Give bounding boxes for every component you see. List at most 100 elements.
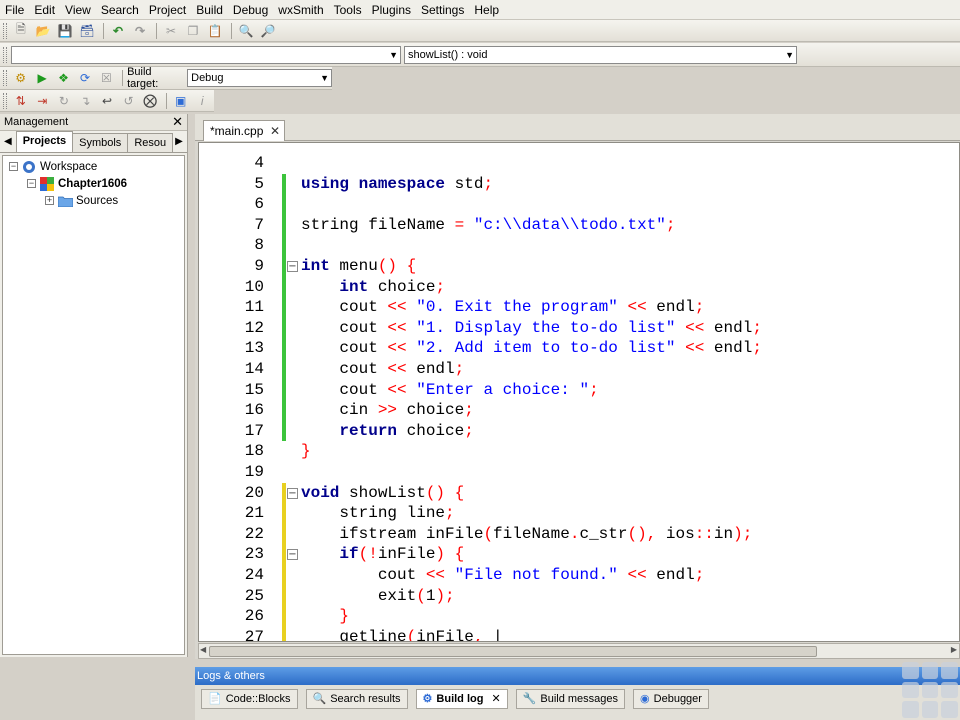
scrollbar-thumb[interactable] [209, 646, 817, 657]
tab-build-log[interactable]: ⚙ Build log ✕ [415, 689, 508, 709]
scope-dropdown[interactable]: ▼ [11, 45, 401, 64]
code-line[interactable]: 24 cout << "File not found." << endl; [199, 565, 959, 586]
code-line[interactable]: 7 string fileName = "c:\\data\\todo.txt"; [199, 214, 959, 236]
undo-icon[interactable]: ↶ [108, 22, 128, 40]
stop-debugger-icon[interactable]: ⨂ [140, 92, 160, 110]
tab-code-blocks[interactable]: 📄 Code::Blocks [201, 689, 298, 709]
new-file-icon[interactable]: 🗎 [11, 22, 31, 40]
code-line[interactable]: 16 cin >> choice; [199, 400, 959, 421]
tab-resources[interactable]: Resou [127, 133, 174, 152]
code-line[interactable]: 22 ifstream inFile(fileName.c_str(), ios… [199, 523, 959, 545]
code-line[interactable]: 19 [199, 462, 959, 483]
menu-build[interactable]: Build [191, 0, 228, 20]
code-line[interactable]: 21 string line; [199, 503, 959, 524]
find-icon[interactable]: 🔍 [236, 22, 256, 40]
build-and-run-icon[interactable]: ❖ [54, 69, 73, 87]
fold-toggle-icon[interactable]: − [287, 261, 298, 272]
menu-file[interactable]: File [0, 0, 29, 20]
run-icon[interactable]: ▶ [32, 69, 51, 87]
next-line-icon[interactable]: ↻ [54, 92, 74, 110]
tab-projects[interactable]: Projects [15, 131, 74, 152]
tab-scroll-right-icon[interactable]: ▶ [175, 136, 183, 147]
change-marker [282, 379, 286, 401]
change-marker [282, 194, 286, 215]
code-line[interactable]: 8 [199, 235, 959, 256]
function-dropdown[interactable]: showList() : void ▼ [404, 45, 797, 64]
code-line[interactable]: 26 } [199, 606, 959, 627]
code-line[interactable]: 12 cout << "1. Display the to-do list" <… [199, 317, 959, 339]
step-into-icon[interactable]: ↴ [76, 92, 96, 110]
code-line[interactable]: 18} [199, 441, 959, 462]
menu-help[interactable]: Help [469, 0, 504, 20]
step-out-icon[interactable]: ↩ [97, 92, 117, 110]
code-line[interactable]: 4 [199, 153, 959, 174]
replace-icon[interactable]: 🔎 [258, 22, 278, 40]
scroll-left-icon[interactable]: ◀ [200, 645, 206, 654]
toolbar-grip[interactable] [3, 46, 7, 63]
rebuild-icon[interactable]: ⟳ [75, 69, 94, 87]
tab-debugger[interactable]: ◉ Debugger [633, 689, 709, 709]
close-icon[interactable]: ✕ [270, 121, 280, 141]
fold-toggle-icon[interactable]: − [287, 487, 298, 499]
code-line[interactable]: 17 return choice; [199, 420, 959, 442]
menu-settings[interactable]: Settings [416, 0, 469, 20]
menu-project[interactable]: Project [144, 0, 191, 20]
tab-scroll-left-icon[interactable]: ◀ [4, 136, 12, 147]
code-line[interactable]: 25 exit(1); [199, 585, 959, 607]
code-line[interactable]: 11 cout << "0. Exit the program" << endl… [199, 297, 959, 318]
cut-icon[interactable]: ✂ [161, 22, 181, 40]
tab-search-results[interactable]: 🔍 Search results [305, 689, 408, 709]
tree-node-workspace[interactable]: − Workspace [3, 158, 184, 175]
close-icon[interactable]: ✕ [172, 114, 183, 130]
tab-main-cpp[interactable]: *main.cpp ✕ [203, 120, 285, 141]
toolbar-grip[interactable] [3, 22, 7, 39]
menu-tools[interactable]: Tools [329, 0, 367, 20]
menu-debug[interactable]: Debug [228, 0, 273, 20]
toolbar-grip[interactable] [3, 92, 7, 109]
collapse-icon[interactable]: − [27, 179, 36, 188]
code-line[interactable]: 23 − if(!inFile) { [199, 544, 959, 565]
code-line[interactable]: 6 [199, 194, 959, 215]
code-line[interactable]: 14 cout << endl; [199, 359, 959, 380]
tab-build-messages[interactable]: 🔧 Build messages [515, 689, 626, 709]
next-instruction-icon[interactable]: ↺ [119, 92, 139, 110]
code-line[interactable]: 27 getline(inFile, | [199, 626, 959, 641]
open-folder-icon[interactable]: 📂 [33, 22, 53, 40]
code-line[interactable]: 9 − int menu() { [199, 256, 959, 277]
save-icon[interactable]: 💾 [55, 22, 75, 40]
code-line[interactable]: 20 − void showList() { [199, 482, 959, 504]
build-gear-icon[interactable]: ⚙ [11, 69, 30, 87]
code-line[interactable]: 10 int choice; [199, 276, 959, 298]
abort-icon[interactable]: ☒ [97, 69, 116, 87]
menu-wxsmith[interactable]: wxSmith [273, 0, 328, 20]
code-line[interactable]: 15 cout << "Enter a choice: "; [199, 379, 959, 401]
tab-label: Search results [330, 693, 401, 705]
tree-node-sources[interactable]: + Sources [3, 192, 184, 209]
save-all-icon[interactable]: 🗃 [77, 22, 97, 40]
collapse-icon[interactable]: − [9, 162, 18, 171]
scroll-right-icon[interactable]: ▶ [951, 645, 957, 654]
copy-icon[interactable]: ❐ [183, 22, 203, 40]
tab-symbols[interactable]: Symbols [72, 133, 129, 152]
debug-start-icon[interactable]: ⇅ [11, 92, 31, 110]
build-target-dropdown[interactable]: Debug ▼ [187, 69, 333, 87]
toolbar-grip[interactable] [3, 70, 7, 86]
paste-icon[interactable]: 📋 [205, 22, 225, 40]
run-to-cursor-icon[interactable]: ⇥ [33, 92, 53, 110]
code-editor[interactable]: 4 5 using namespace std; 6 7 string fileName … [198, 142, 960, 642]
info-icon[interactable]: i [192, 92, 212, 110]
expand-icon[interactable]: + [45, 196, 54, 205]
debug-windows-icon[interactable]: ▣ [171, 92, 191, 110]
menu-view[interactable]: View [60, 0, 96, 20]
close-icon[interactable]: ✕ [491, 690, 500, 708]
menu-plugins[interactable]: Plugins [367, 0, 416, 20]
code-line[interactable]: 13 cout << "2. Add item to to-do list" <… [199, 338, 959, 359]
code-text: cout << "1. Display the to-do list" << e… [301, 318, 762, 337]
tree-node-project[interactable]: − Chapter1606 [3, 175, 184, 192]
menu-search[interactable]: Search [96, 0, 144, 20]
menu-edit[interactable]: Edit [29, 0, 60, 20]
fold-toggle-icon[interactable]: − [287, 549, 298, 561]
redo-icon[interactable]: ↷ [130, 22, 150, 40]
horizontal-scrollbar[interactable]: ◀ ▶ [198, 643, 960, 659]
code-line[interactable]: 5 using namespace std; [199, 173, 959, 195]
